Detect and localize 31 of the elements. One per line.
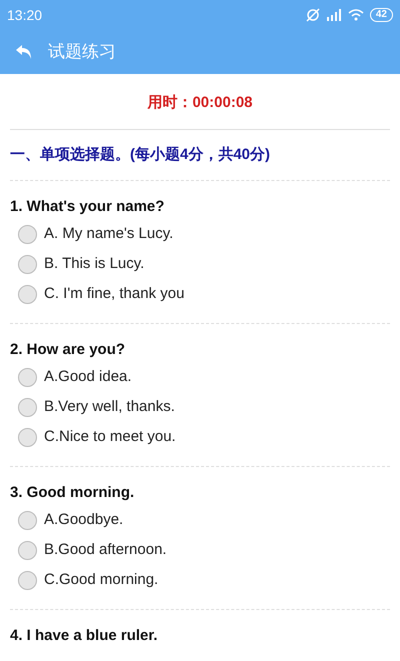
radio-button[interactable] (18, 254, 37, 274)
question-title: 1. What's your name? (10, 198, 166, 216)
answer-option[interactable]: C.Nice to meet you. (10, 422, 390, 452)
answer-option[interactable]: B.Very well, thanks. (10, 392, 390, 422)
answer-option[interactable]: B. This is Lucy. (10, 249, 390, 279)
elapsed-timer: 用时：00:00:08 (147, 93, 253, 113)
answer-option[interactable]: C. I'm fine, thank you (10, 279, 390, 309)
question-title: 2. How are you? (10, 341, 126, 359)
answer-option[interactable]: A.Goodbye. (10, 505, 390, 535)
page-title: 试题练习 (48, 41, 116, 64)
radio-button[interactable] (18, 398, 37, 416)
answer-option[interactable]: A. My name's Lucy. (10, 219, 390, 249)
radio-button[interactable] (18, 224, 37, 244)
status-time: 13:20 (7, 6, 42, 24)
signal-icon (326, 9, 342, 21)
radio-button[interactable] (18, 368, 37, 386)
radio-button[interactable] (18, 428, 37, 446)
radio-button[interactable] (18, 570, 37, 590)
radio-button[interactable] (18, 510, 37, 530)
alarm-off-icon (306, 8, 320, 22)
radio-button[interactable] (18, 284, 37, 304)
question-title: 3. Good morning. (10, 484, 136, 502)
answer-option[interactable]: A.Good idea. (10, 362, 390, 392)
answer-option[interactable]: C.Good morning. (10, 565, 390, 595)
radio-button[interactable] (18, 540, 37, 560)
wifi-icon (348, 9, 364, 21)
answer-option[interactable]: B.Good afternoon. (10, 535, 390, 565)
back-arrow-icon (15, 44, 33, 60)
question-title: 4. I have a blue ruler. (10, 627, 159, 645)
section-title: 一、单项选择题。(每小题4分，共40分) (10, 144, 272, 164)
battery-indicator: 42 (370, 8, 393, 22)
